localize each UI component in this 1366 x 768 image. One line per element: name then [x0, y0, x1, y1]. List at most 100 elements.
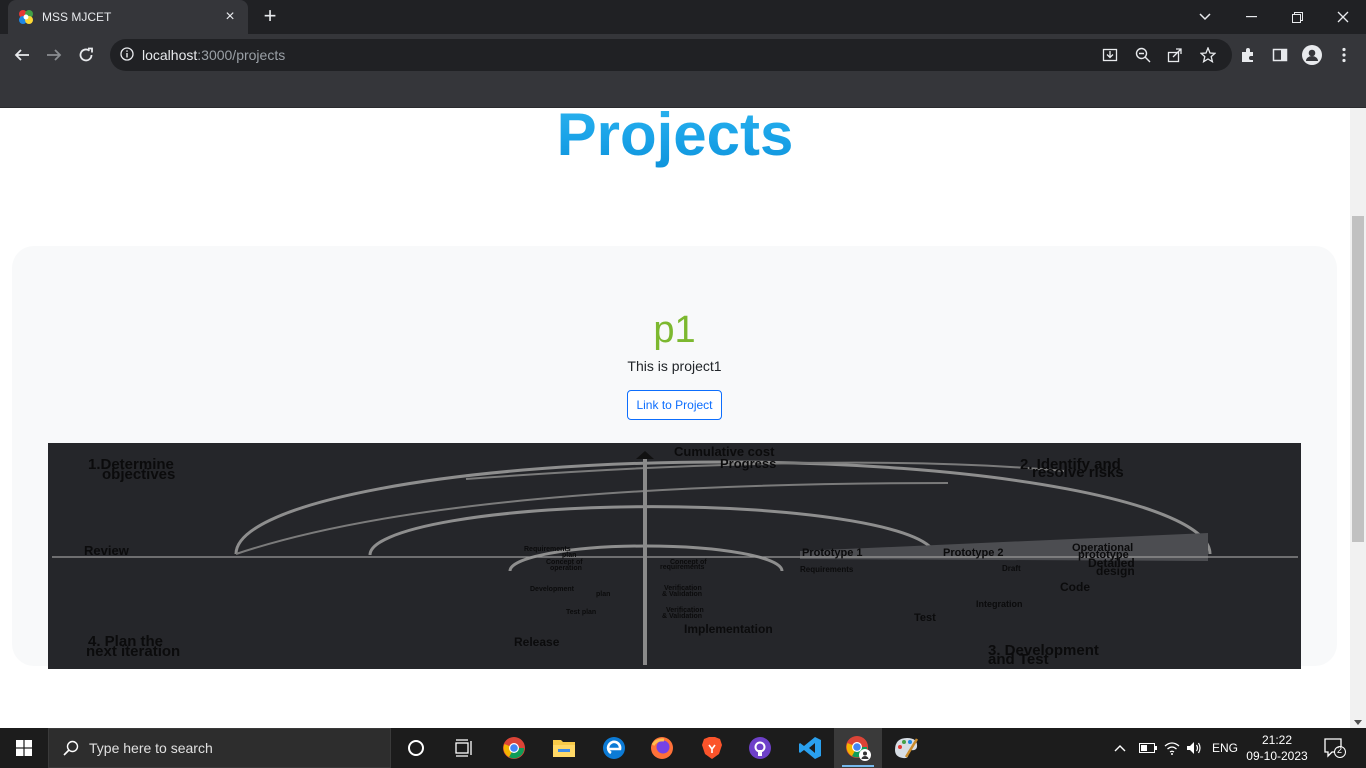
taskbar-search-box[interactable]: Type here to search: [48, 728, 391, 768]
scroll-down-arrow-icon[interactable]: [1354, 720, 1362, 725]
label-q2-line2: resolve risks: [1032, 464, 1124, 481]
address-bar[interactable]: localhost:3000/projects: [110, 39, 1232, 71]
clock-date: 09-10-2023: [1246, 749, 1308, 763]
tab-close-icon[interactable]: ×: [222, 9, 238, 25]
label-req-plan-line2: plan: [562, 552, 576, 559]
taskbar-firefox[interactable]: [638, 728, 686, 768]
zoom-icon[interactable]: [1133, 45, 1153, 65]
label-vv2-line2: & Validation: [662, 613, 702, 620]
reload-icon: [79, 47, 93, 62]
close-icon: [1337, 11, 1349, 23]
profile-button[interactable]: [1300, 43, 1324, 67]
wifi-icon: [1164, 742, 1180, 755]
url-host: localhost: [142, 47, 198, 63]
start-button[interactable]: [0, 728, 48, 768]
brave-lion-icon: [702, 737, 722, 759]
install-app-icon[interactable]: [1100, 45, 1120, 65]
project-card: p1 This is project1 Link to Project 1.De…: [12, 246, 1337, 669]
back-button[interactable]: [10, 43, 34, 67]
battery-indicator[interactable]: [1139, 728, 1157, 768]
cortana-button[interactable]: [392, 728, 440, 768]
chevron-up-icon: [1114, 745, 1126, 752]
restore-icon: [1291, 11, 1303, 23]
label-code: Code: [1060, 580, 1090, 594]
reload-button[interactable]: [74, 43, 98, 67]
notification-center-button[interactable]: 2: [1324, 738, 1346, 758]
paint-palette-icon: [895, 738, 919, 759]
chrome-icon: [503, 737, 525, 759]
puzzle-icon: [1242, 48, 1253, 62]
scrollbar-thumb[interactable]: [1352, 216, 1364, 542]
label-progress: Progress: [720, 456, 776, 471]
project-description: This is project1: [627, 358, 722, 374]
tab-search-button[interactable]: [1182, 0, 1228, 34]
bookmark-bar: [0, 76, 1366, 108]
url-text: localhost:3000/projects: [142, 47, 285, 63]
label-detailed-line2: design: [1096, 564, 1135, 578]
vscode-icon: [799, 737, 821, 759]
clock-time: 21:22: [1261, 733, 1293, 747]
label-test: Test: [914, 612, 936, 624]
browser-menu-button[interactable]: [1332, 43, 1356, 67]
taskbar-chrome-profile-active[interactable]: [834, 728, 882, 768]
arrow-left-icon: [14, 49, 29, 61]
label-prototype2: Prototype 2: [943, 547, 1004, 559]
taskbar-file-explorer[interactable]: [540, 728, 588, 768]
label-release: Release: [514, 635, 560, 649]
new-tab-button[interactable]: +: [258, 5, 282, 29]
page-viewport: Projects p1 This is project1 Link to Pro…: [0, 108, 1350, 728]
search-placeholder: Type here to search: [89, 740, 213, 756]
extensions-button[interactable]: [1236, 43, 1260, 67]
share-icon[interactable]: [1165, 45, 1185, 65]
search-icon: [63, 740, 79, 756]
windows-taskbar: Type here to search ENG 21:22 09-10-2023…: [0, 728, 1366, 768]
network-indicator[interactable]: [1164, 728, 1180, 768]
page-scrollbar[interactable]: [1350, 108, 1366, 728]
taskbar-edge[interactable]: [590, 728, 638, 768]
chrome-profile-icon: [846, 736, 871, 761]
cortana-circle-icon: [408, 740, 424, 756]
battery-icon: [1139, 743, 1157, 753]
side-panel-button[interactable]: [1268, 43, 1292, 67]
restore-button[interactable]: [1274, 0, 1320, 34]
label-q1-line2: objectives: [102, 466, 175, 483]
notification-count: 2: [1337, 745, 1343, 755]
bookmark-star-icon[interactable]: [1198, 45, 1218, 65]
label-q3-line2: and Test: [988, 651, 1049, 668]
label-dev-plan-line1: Development: [530, 586, 575, 593]
windows-logo-icon: [16, 740, 32, 756]
label-concept-req-line2: requirements: [660, 564, 704, 571]
folder-icon: [553, 740, 575, 757]
minimize-button[interactable]: [1228, 0, 1274, 34]
edge-icon: [603, 737, 625, 759]
browser-tab[interactable]: MSS MJCET ×: [8, 0, 248, 34]
forward-button[interactable]: [42, 43, 66, 67]
side-panel-icon: [1272, 48, 1288, 62]
volume-indicator[interactable]: [1186, 728, 1202, 768]
close-window-button[interactable]: [1320, 0, 1366, 34]
taskbar-paint[interactable]: [882, 728, 930, 768]
taskbar-github-desktop[interactable]: [736, 728, 784, 768]
taskbar-brave[interactable]: [688, 728, 736, 768]
show-hidden-icons-button[interactable]: [1114, 728, 1126, 768]
page-title: Projects: [0, 108, 1350, 169]
label-dev-plan-line2: plan: [596, 591, 610, 598]
taskbar-vscode[interactable]: [786, 728, 834, 768]
tab-strip: MSS MJCET × +: [0, 0, 1366, 34]
language-indicator[interactable]: ENG: [1212, 728, 1238, 768]
firefox-icon: [651, 737, 673, 759]
minimize-icon: [1245, 16, 1257, 18]
tab-title: MSS MJCET: [42, 10, 112, 24]
taskbar-clock[interactable]: 21:22 09-10-2023: [1245, 732, 1309, 764]
project-image-spiral-model: 1.Determine objectives 2. Identify and r…: [48, 443, 1301, 669]
task-view-button[interactable]: [440, 728, 488, 768]
label-test-plan: Test plan: [566, 609, 596, 616]
label-review: Review: [84, 543, 130, 558]
more-vertical-icon: [1342, 47, 1346, 63]
label-implementation: Implementation: [684, 622, 773, 636]
link-to-project-button[interactable]: Link to Project: [627, 390, 722, 420]
taskbar-chrome[interactable]: [490, 728, 538, 768]
url-path: :3000/projects: [197, 47, 286, 63]
info-icon[interactable]: [120, 47, 134, 61]
label-q4-line2: next iteration: [86, 643, 180, 660]
